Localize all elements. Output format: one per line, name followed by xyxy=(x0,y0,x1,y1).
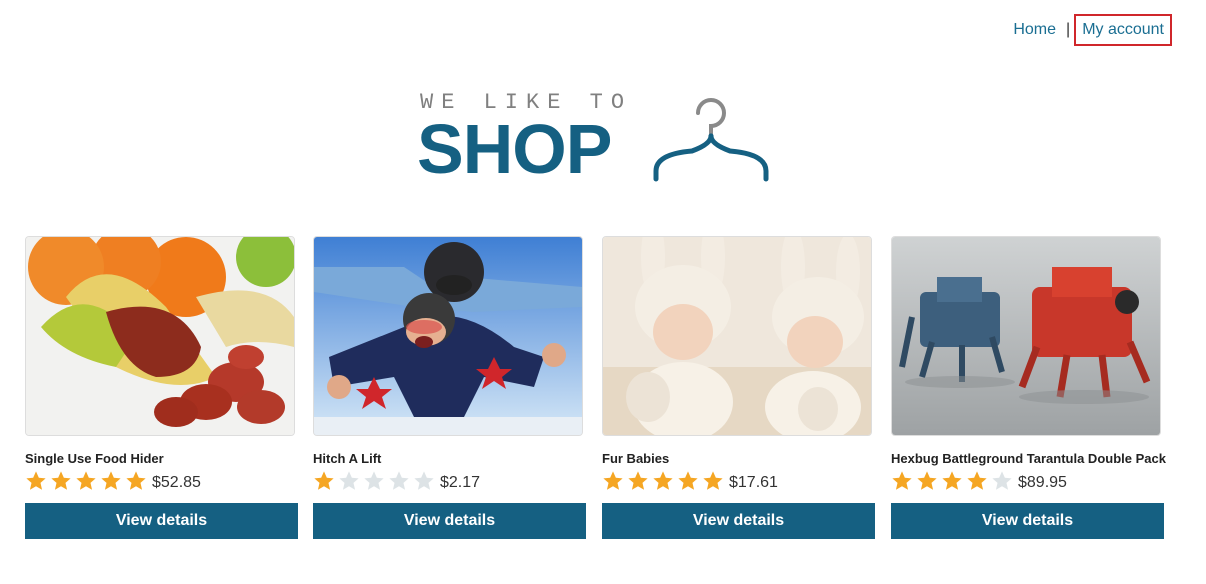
my-account-link[interactable]: My account xyxy=(1074,14,1172,46)
star-empty-icon xyxy=(339,471,359,490)
star-rating xyxy=(25,470,150,492)
star-filled-icon xyxy=(628,471,648,490)
product-rating: $89.95 xyxy=(891,468,1165,494)
product-image-hexbug[interactable] xyxy=(891,236,1161,436)
star-empty-icon xyxy=(992,471,1012,490)
star-empty-icon xyxy=(364,471,384,490)
product-card: Hitch A Lift $2.17 View details xyxy=(313,236,587,539)
star-rating xyxy=(313,470,438,492)
top-nav: Home | My account xyxy=(1013,14,1172,46)
star-filled-icon xyxy=(678,471,698,490)
star-filled-icon xyxy=(703,471,723,490)
product-card: Hexbug Battleground Tarantula Double Pac… xyxy=(891,236,1166,539)
star-filled-icon xyxy=(126,471,146,490)
star-filled-icon xyxy=(314,471,334,490)
home-link[interactable]: Home xyxy=(1013,21,1056,39)
product-image-food-hider[interactable] xyxy=(25,236,295,436)
hanger-icon xyxy=(653,98,769,182)
product-title[interactable]: Single Use Food Hider xyxy=(25,451,299,467)
star-filled-icon xyxy=(942,471,962,490)
star-filled-icon xyxy=(76,471,96,490)
product-card: Fur Babies $17.61 View details xyxy=(602,236,876,539)
product-image-hitch-a-lift[interactable] xyxy=(313,236,583,436)
view-details-button[interactable]: View details xyxy=(25,503,298,539)
product-rating: $2.17 xyxy=(313,468,587,494)
logo-word: SHOP xyxy=(417,110,612,188)
product-price: $2.17 xyxy=(440,474,481,491)
product-price: $17.61 xyxy=(729,474,778,491)
product-rating: $52.85 xyxy=(25,468,299,494)
view-details-button[interactable]: View details xyxy=(891,503,1164,539)
star-rating xyxy=(602,470,727,492)
site-logo[interactable]: WE LIKE TO SHOP xyxy=(417,88,780,188)
star-filled-icon xyxy=(892,471,912,490)
star-empty-icon xyxy=(389,471,409,490)
star-filled-icon xyxy=(26,471,46,490)
product-title[interactable]: Fur Babies xyxy=(602,451,876,467)
star-filled-icon xyxy=(917,471,937,490)
product-card: Single Use Food Hider $52.85 View detail… xyxy=(25,236,299,539)
star-filled-icon xyxy=(101,471,121,490)
view-details-button[interactable]: View details xyxy=(313,503,586,539)
nav-separator: | xyxy=(1066,21,1071,38)
view-details-button[interactable]: View details xyxy=(602,503,875,539)
product-price: $52.85 xyxy=(152,474,201,491)
star-filled-icon xyxy=(51,471,71,490)
star-rating xyxy=(891,470,1016,492)
product-rating: $17.61 xyxy=(602,468,876,494)
product-image-fur-babies[interactable] xyxy=(602,236,872,436)
star-filled-icon xyxy=(967,471,987,490)
star-empty-icon xyxy=(414,471,434,490)
star-filled-icon xyxy=(653,471,673,490)
product-title[interactable]: Hexbug Battleground Tarantula Double Pac… xyxy=(891,451,1166,467)
product-title[interactable]: Hitch A Lift xyxy=(313,451,587,467)
product-price: $89.95 xyxy=(1018,474,1067,491)
star-filled-icon xyxy=(603,471,623,490)
